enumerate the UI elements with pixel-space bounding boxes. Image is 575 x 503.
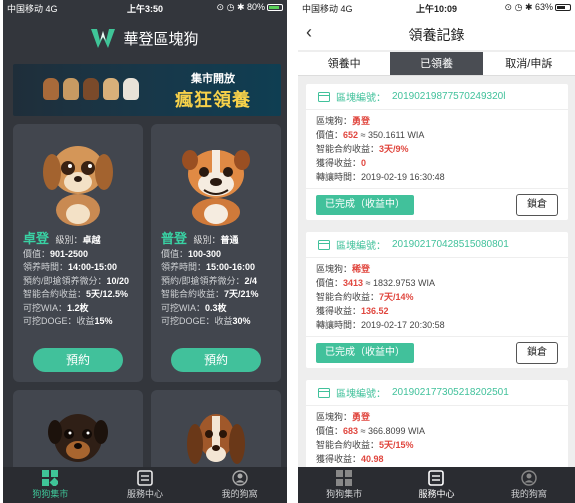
block-id: 201902170428515080801 [392, 239, 509, 250]
info-row: 領养時間：14:00-15:00 [23, 262, 118, 272]
status-bar: 中国移动 4G 上午10:09 ⊙ ◷ ✱ 63% [298, 0, 575, 16]
info-row: 價值：901-2500 [23, 248, 89, 259]
tab-dog-market[interactable]: 狗狗集市 [3, 467, 98, 503]
completed-status-button[interactable]: 已完成（收益中） [316, 343, 414, 363]
record-actions: 已完成（收益中） 鎖倉 [306, 188, 568, 220]
card-icon [318, 91, 330, 102]
info-row: 可挖DOGE：收益15% [23, 316, 113, 326]
info-row: 領养時間：15:00-16:00 [161, 262, 256, 272]
puppy-illustration [43, 146, 113, 226]
tab-service-center[interactable]: 服務中心 [390, 467, 482, 503]
earned: 40.98 [361, 454, 384, 464]
info-row: 預約/即搶領养微分：2/4 [161, 275, 258, 286]
block-id: 201902177305218202501 [392, 387, 509, 398]
info-row: 預約/即搶領养微分：10/20 [23, 275, 130, 286]
contract-yield: 3天/9% [379, 144, 409, 154]
dog-card-zhuodeng[interactable]: 卓登 級別：卓越 價值：901-2500 領养時間：14:00-15:00 預約… [13, 124, 143, 382]
card-icon [318, 239, 330, 250]
app-logo-icon [91, 29, 116, 48]
status-bar: 中国移动 4G 上午3:50 ⊙ ◷ ✱ 80% [3, 0, 287, 16]
transfer-time: 2019-02-17 20:30:58 [361, 320, 445, 330]
tab-adopting[interactable]: 領養中 [298, 52, 390, 75]
status-icons: ⊙ ◷ ✱ 63% [505, 2, 571, 13]
info-row: 可挖DOGE：收益30% [161, 316, 251, 326]
record-header: 區塊編號： 201902177305218202501 [306, 380, 568, 406]
record-actions: 已完成（收益中） 鎖倉 [306, 336, 568, 368]
nav-header: ‹ 領養記錄 [298, 16, 575, 50]
record-header: 區塊編號： 20190219877570249320l [306, 84, 568, 110]
lock-button[interactable]: 鎖倉 [516, 194, 558, 216]
tab-adopted[interactable]: 已領養 [390, 52, 483, 75]
reserve-button[interactable]: 預約 [171, 348, 261, 372]
earned: 0 [361, 158, 367, 168]
dog-info: 卓登 級別：卓越 價值：901-2500 領养時間：14:00-15:00 預約… [23, 232, 137, 329]
info-row: 可挖WIA：0.3枚 [161, 302, 227, 313]
transfer-time: 2019-02-19 16:30:48 [361, 172, 445, 182]
banner-line1: 集市開放 [191, 73, 235, 85]
record-body: 區塊狗：稀登 價值：3413 ≈ 1832.9753 WIA 智能合約收益：7天… [316, 264, 445, 330]
record-body: 區塊狗：勇登 價值：683 ≈ 366.8099 WIA 智能合約收益：5天/1… [316, 412, 426, 464]
value: 3413 [343, 278, 364, 288]
info-row: 可挖WIA：1.2枚 [23, 302, 89, 313]
status-segment-control: 領養中 已領養 取消/申訴 [298, 52, 575, 76]
adoption-record: 區塊編號： 201902177305218202501 區塊狗：勇登 價值：683… [306, 380, 568, 470]
value: 683 [343, 426, 359, 436]
contract-yield: 7天/14% [379, 292, 414, 302]
grid-icon [336, 470, 353, 486]
rottweiler-illustration [48, 414, 108, 462]
record-header: 區塊編號： 201902170428515080801 [306, 232, 568, 258]
grid-icon [42, 470, 59, 486]
banner-line2: 瘋狂領養 [175, 90, 251, 110]
battery-icon [555, 4, 571, 12]
user-icon [231, 470, 248, 486]
info-row: 價值：100-300 [161, 248, 222, 259]
record-body: 區塊狗：勇登 價值：652 ≈ 350.1611 WIA 智能合約收益：3天/9… [316, 116, 445, 182]
dog-level: 普通 [220, 235, 239, 245]
page-title: 領養記錄 [408, 27, 465, 43]
card-icon [318, 387, 330, 398]
bottom-tab-bar: 狗狗集市 服務中心 我的狗窩 [3, 467, 287, 503]
adoption-record: 區塊編號： 201902170428515080801 區塊狗：稀登 價值：341… [306, 232, 568, 368]
contract-yield: 5天/15% [379, 440, 414, 450]
document-icon [137, 470, 153, 486]
banner-puppies-image [43, 78, 139, 100]
dog-level: 卓越 [82, 235, 101, 245]
tab-dog-market[interactable]: 狗狗集市 [298, 467, 390, 503]
tab-my-kennel[interactable]: 我的狗窩 [192, 467, 287, 503]
earned: 136.52 [361, 306, 389, 316]
dog-name: 勇登 [352, 412, 371, 422]
info-row: 智能合約收益：5天/12.5% [23, 289, 129, 299]
app-title: 華登區塊狗 [123, 30, 199, 48]
tab-cancel-appeal[interactable]: 取消/申訴 [483, 52, 575, 75]
dog-name: 稀登 [352, 264, 371, 274]
value: 652 [343, 130, 359, 140]
status-icons: ⊙ ◷ ✱ 80% [217, 2, 283, 13]
lock-button[interactable]: 鎖倉 [516, 342, 558, 364]
completed-status-button[interactable]: 已完成（收益中） [316, 195, 414, 215]
tab-service-center[interactable]: 服務中心 [98, 467, 193, 503]
battery-icon [267, 4, 283, 12]
right-phone-screen: 中国移动 4G 上午10:09 ⊙ ◷ ✱ 63% ‹ 領養記錄 領養中 已領養… [298, 0, 575, 503]
promo-banner[interactable]: 集市開放 瘋狂領養 [13, 64, 281, 116]
basset-illustration [187, 414, 245, 464]
left-phone-screen: 中国移动 4G 上午3:50 ⊙ ◷ ✱ 80% 華登區塊狗 集市開放 瘋狂領養 [3, 0, 287, 503]
info-row: 智能合約收益：7天/21% [161, 289, 259, 299]
reserve-button[interactable]: 預約 [33, 348, 123, 372]
app-header: 華登區塊狗 [3, 18, 287, 58]
bulldog-illustration [182, 150, 250, 226]
block-id: 20190219877570249320l [392, 91, 506, 102]
user-icon [521, 470, 537, 486]
dog-name: 普登 [161, 231, 188, 246]
dog-info: 普登 級別：普通 價值：100-300 領养時間：15:00-16:00 預約/… [161, 232, 275, 329]
dog-name: 勇登 [352, 116, 371, 126]
tab-my-kennel[interactable]: 我的狗窩 [483, 467, 575, 503]
adoption-record: 區塊編號： 20190219877570249320l 區塊狗：勇登 價值：652… [306, 84, 568, 220]
dog-name: 卓登 [23, 231, 50, 246]
document-icon [428, 470, 445, 486]
bottom-tab-bar: 狗狗集市 服務中心 我的狗窩 [298, 467, 575, 503]
dog-card-pudeng[interactable]: 普登 級別：普通 價值：100-300 領养時間：15:00-16:00 預約/… [151, 124, 281, 382]
